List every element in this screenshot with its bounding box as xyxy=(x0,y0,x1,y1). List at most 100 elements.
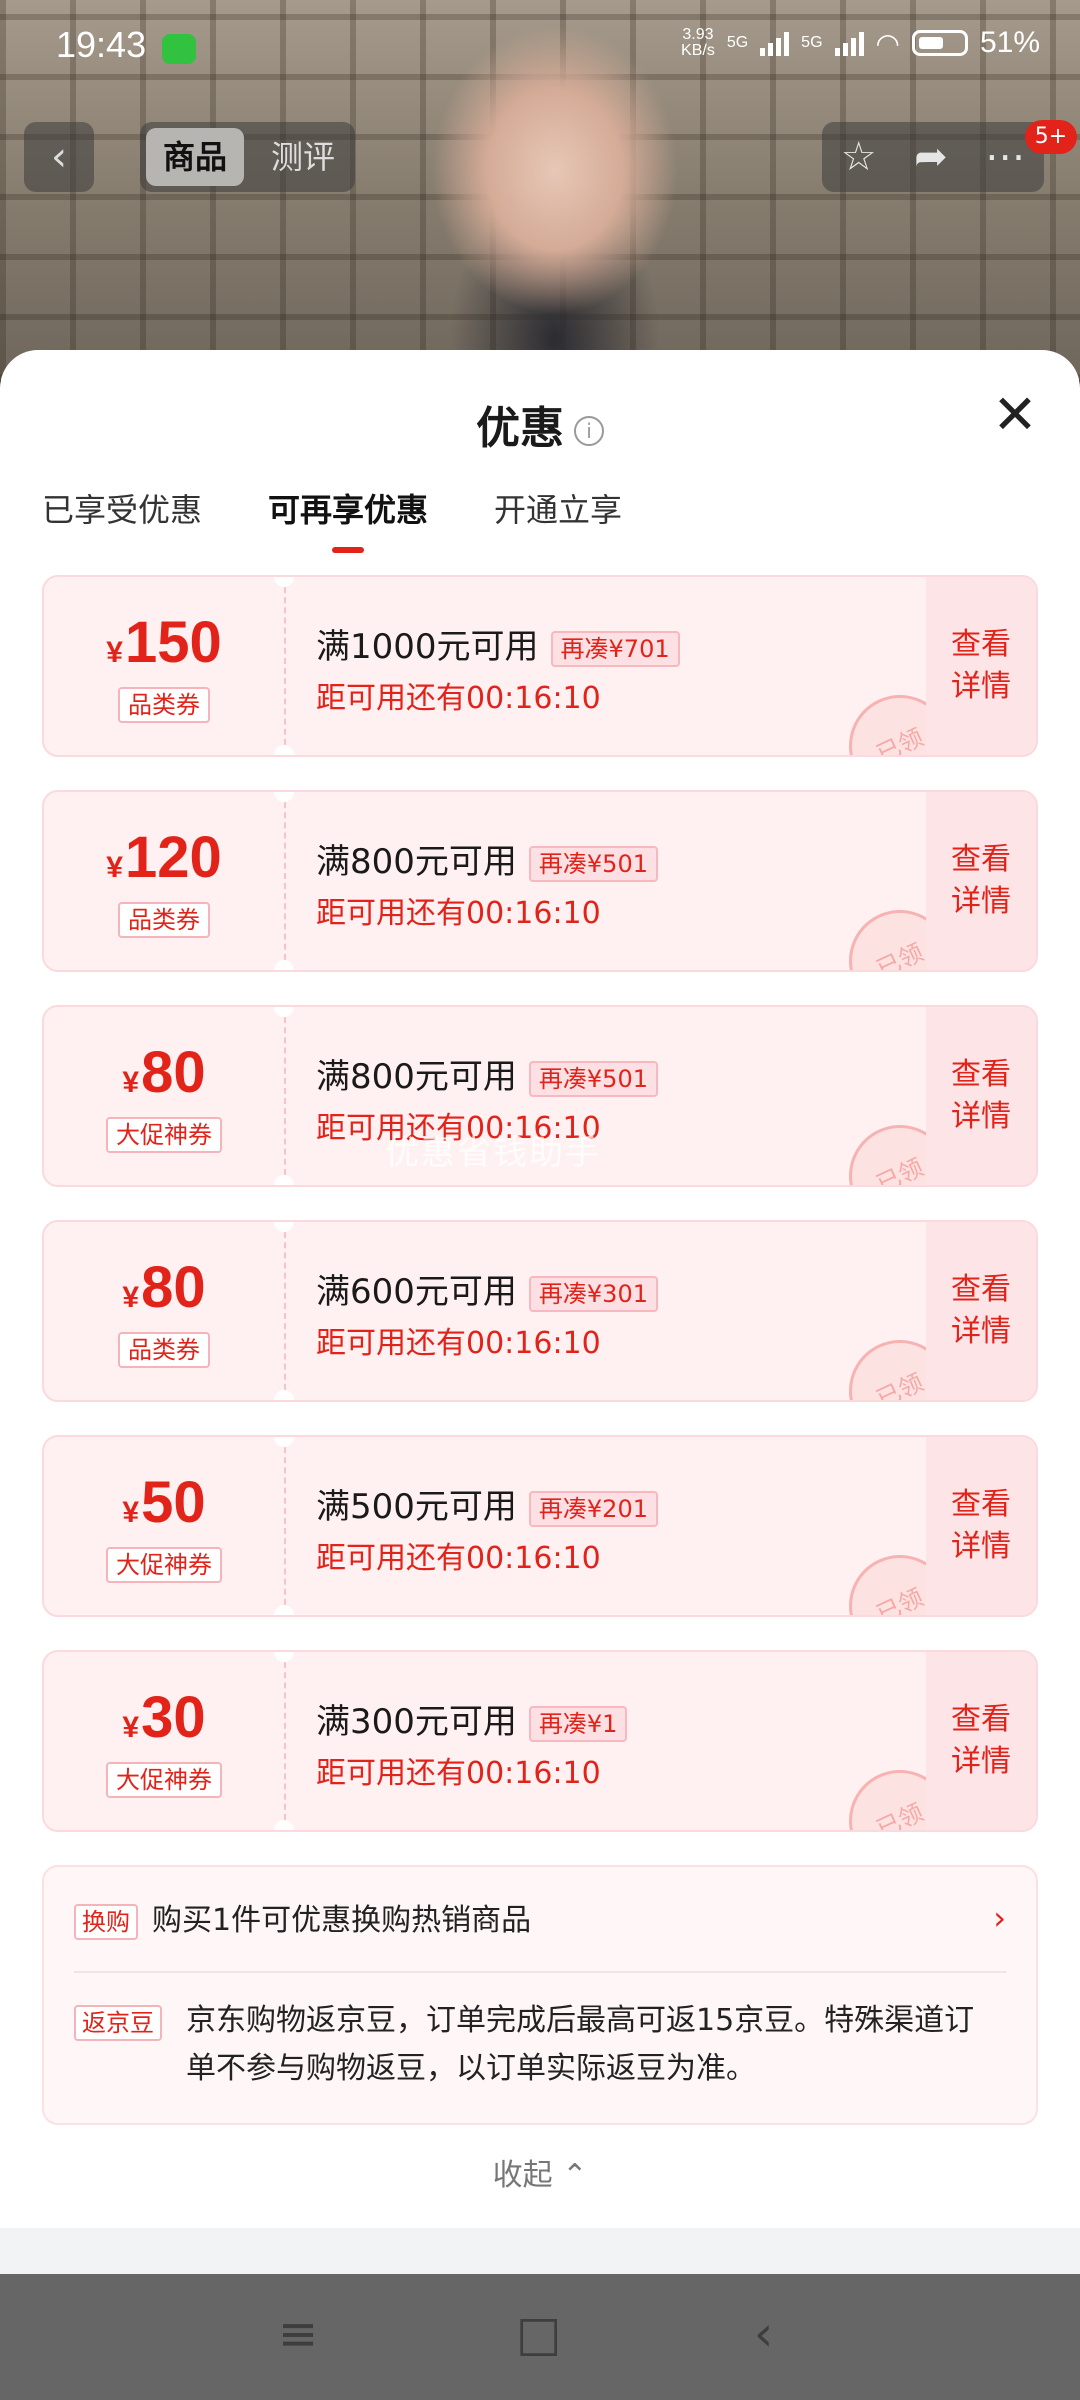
close-icon: ✕ xyxy=(992,383,1038,446)
exchange-tag: 换购 xyxy=(74,1903,138,1940)
menu-icon[interactable]: ≡ xyxy=(278,2306,318,2362)
coupon-timer: 距可用还有00:16:10 xyxy=(316,896,601,931)
coupon-type: 大促神券 xyxy=(106,1547,222,1583)
tab-open-enjoy[interactable]: 开通立享 xyxy=(494,485,622,531)
coupon-amount: ¥150 xyxy=(44,611,284,685)
coupon-amount-panel: ¥80 大促神券 xyxy=(44,1007,286,1185)
close-button[interactable]: ✕ xyxy=(990,388,1040,442)
more-icon[interactable]: ⋯ xyxy=(985,134,1025,180)
chevron-up-icon: ⌃ xyxy=(562,2158,588,2193)
coupon-timer: 距可用还有00:16:10 xyxy=(316,1326,601,1361)
coupon-type-wrap: 品类券 xyxy=(44,1332,284,1368)
condition-text: 满1000元可用 xyxy=(316,627,539,667)
divider xyxy=(74,1971,1006,1973)
sheet-title: 优惠 i xyxy=(0,392,1080,456)
info-icon[interactable]: i xyxy=(574,416,604,446)
collapse-button[interactable]: 收起 ⌃ xyxy=(0,2150,1080,2194)
coupon-timer: 距可用还有00:16:10 xyxy=(316,1756,601,1791)
signal-icon xyxy=(760,30,790,56)
status-time: 19:43 xyxy=(56,24,147,65)
coupon-card[interactable]: ¥150 品类券 满1000元可用 再凑¥701 距可用还有00:16:10 已领… xyxy=(42,575,1038,757)
coupon-condition: 满500元可用 再凑¥201 xyxy=(316,1479,658,1528)
top-tools: ☆ ➦ ⋯ xyxy=(822,122,1044,192)
coupon-card[interactable]: ¥50 大促神券 满500元可用 再凑¥201 距可用还有00:16:10 已领 … xyxy=(42,1435,1038,1617)
coupon-condition: 满800元可用 再凑¥501 xyxy=(316,1049,658,1098)
condition-text: 满500元可用 xyxy=(316,1487,517,1527)
status-bar: 19:43 3.93 KB/s 5G 5G ◠ 51% xyxy=(0,0,1080,100)
notch xyxy=(274,1605,294,1615)
jd-beans-tag: 返京豆 xyxy=(74,2005,162,2041)
view-details-button[interactable]: 查看 详情 xyxy=(926,1007,1036,1185)
collapse-label: 收起 xyxy=(492,2158,553,2193)
network-speed: 3.93 KB/s xyxy=(681,26,715,59)
coupon-type-wrap: 大促神券 xyxy=(44,1117,284,1153)
coupon-card[interactable]: ¥80 品类券 满600元可用 再凑¥301 距可用还有00:16:10 已领 查… xyxy=(42,1220,1038,1402)
coupon-amount-panel: ¥150 品类券 xyxy=(44,577,286,755)
jd-beans-row: 返京豆 京东购物返京豆，订单完成后最高可返15京豆。特殊渠道订单不参与购物返豆，… xyxy=(74,1997,996,2093)
view-details-button[interactable]: 查看 详情 xyxy=(926,1222,1036,1400)
condition-text: 满600元可用 xyxy=(316,1272,517,1312)
exchange-row[interactable]: 换购 购买1件可优惠换购热销商品 › xyxy=(74,1895,1006,1945)
coupon-amount-panel: ¥80 品类券 xyxy=(44,1222,286,1400)
chevron-right-icon: › xyxy=(993,1899,1006,1937)
battery-icon xyxy=(911,30,968,56)
tab-enjoyed[interactable]: 已享受优惠 xyxy=(42,485,202,531)
coupon-type-wrap: 品类券 xyxy=(44,687,284,723)
coupon-card[interactable]: ¥120 品类券 满800元可用 再凑¥501 距可用还有00:16:10 已领 … xyxy=(42,790,1038,972)
condition-text: 满300元可用 xyxy=(316,1702,517,1742)
tab-review[interactable]: 测评 xyxy=(258,128,348,186)
condition-text: 满800元可用 xyxy=(316,1057,517,1097)
coupon-condition: 满300元可用 再凑¥1 xyxy=(316,1694,628,1743)
add-more-tag: 再凑¥201 xyxy=(528,1490,658,1527)
notch xyxy=(274,1175,294,1185)
condition-text: 满800元可用 xyxy=(316,842,517,882)
amount-value: 30 xyxy=(141,1685,206,1750)
amount-value: 80 xyxy=(141,1040,206,1105)
coupon-type: 大促神券 xyxy=(106,1117,222,1153)
wifi-icon: ◠ xyxy=(875,27,900,59)
coupon-card[interactable]: ¥30 大促神券 满300元可用 再凑¥1 距可用还有00:16:10 已领 查看… xyxy=(42,1650,1038,1832)
home-icon[interactable]: □ xyxy=(516,2306,561,2362)
coupon-amount: ¥80 xyxy=(44,1256,284,1330)
amount-value: 150 xyxy=(124,610,222,675)
coupon-type: 品类券 xyxy=(118,902,210,938)
add-more-tag: 再凑¥501 xyxy=(528,845,658,882)
amount-value: 80 xyxy=(141,1255,206,1320)
back-nav-icon[interactable]: ‹ xyxy=(754,2306,773,2362)
tab-product[interactable]: 商品 xyxy=(146,128,244,186)
currency-symbol: ¥ xyxy=(122,1281,140,1314)
notch xyxy=(274,1820,294,1830)
sheet-title-text: 优惠 xyxy=(476,403,564,454)
net-label-1: 5G xyxy=(726,34,749,51)
coupon-type: 品类券 xyxy=(118,687,210,723)
wechat-icon xyxy=(162,34,196,64)
coupon-amount-panel: ¥50 大促神券 xyxy=(44,1437,286,1615)
discount-tabs: 已享受优惠 可再享优惠 开通立享 xyxy=(42,485,622,553)
share-icon[interactable]: ➦ xyxy=(914,134,948,180)
coupon-amount-panel: ¥30 大促神券 xyxy=(44,1652,286,1830)
add-more-tag: 再凑¥1 xyxy=(528,1705,628,1742)
back-icon: ‹ xyxy=(51,134,67,180)
net-label-2: 5G xyxy=(801,34,823,51)
coupon-amount: ¥80 xyxy=(44,1041,284,1115)
coupon-type-wrap: 大促神券 xyxy=(44,1547,284,1583)
view-details-button[interactable]: 查看 详情 xyxy=(926,1437,1036,1615)
notch xyxy=(274,1390,294,1400)
view-details-button[interactable]: 查看 详情 xyxy=(926,1652,1036,1830)
view-details-button[interactable]: 查看 详情 xyxy=(926,792,1036,970)
back-button[interactable]: ‹ xyxy=(24,122,94,192)
currency-symbol: ¥ xyxy=(122,1066,140,1099)
favorite-star-icon[interactable]: ☆ xyxy=(841,134,877,180)
view-details-button[interactable]: 查看 详情 xyxy=(926,577,1036,755)
add-more-tag: 再凑¥701 xyxy=(550,630,680,667)
signal-icon-2 xyxy=(834,30,864,56)
amount-value: 50 xyxy=(141,1470,206,1535)
coupon-amount: ¥120 xyxy=(44,826,284,900)
jd-beans-text: 京东购物返京豆，订单完成后最高可返15京豆。特殊渠道订单不参与购物返豆，以订单实… xyxy=(186,2003,975,2086)
tab-can-enjoy[interactable]: 可再享优惠 xyxy=(268,485,428,553)
notch xyxy=(274,960,294,970)
coupon-amount: ¥50 xyxy=(44,1471,284,1545)
coupon-type: 大促神券 xyxy=(106,1762,222,1798)
add-more-tag: 再凑¥301 xyxy=(528,1275,658,1312)
notch xyxy=(274,745,294,755)
